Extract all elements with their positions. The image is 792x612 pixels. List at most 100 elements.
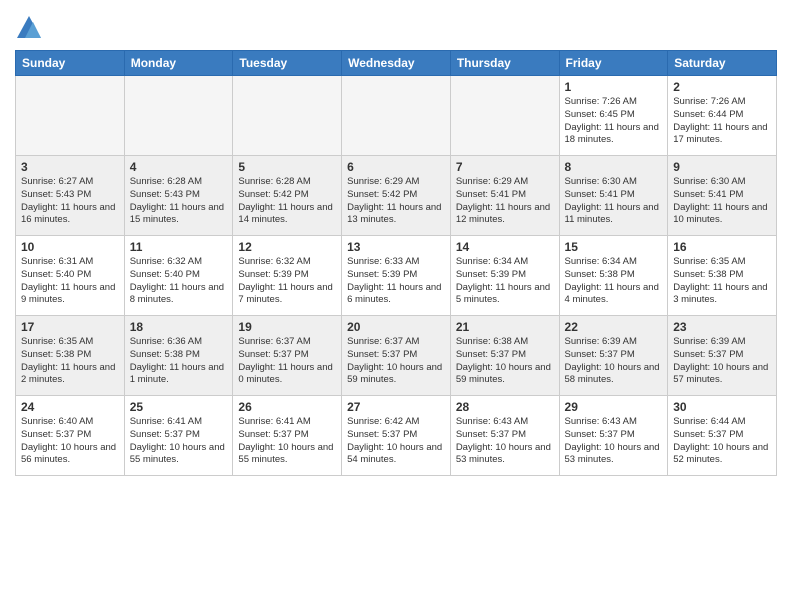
calendar-day-cell: 3 Sunrise: 6:27 AMSunset: 5:43 PMDaylight… <box>16 156 125 236</box>
calendar-day-cell: 1 Sunrise: 7:26 AMSunset: 6:45 PMDaylight… <box>559 76 668 156</box>
day-number: 30 <box>673 400 771 414</box>
day-number: 23 <box>673 320 771 334</box>
calendar-day-cell: 30 Sunrise: 6:44 AMSunset: 5:37 PMDayligh… <box>668 396 777 476</box>
weekday-header: Tuesday <box>233 51 342 76</box>
calendar-day-cell: 26 Sunrise: 6:41 AMSunset: 5:37 PMDayligh… <box>233 396 342 476</box>
day-number: 20 <box>347 320 445 334</box>
calendar-day-cell <box>233 76 342 156</box>
day-number: 17 <box>21 320 119 334</box>
day-number: 27 <box>347 400 445 414</box>
header <box>15 10 777 42</box>
day-info: Sunrise: 6:30 AMSunset: 5:41 PMDaylight:… <box>673 176 771 227</box>
calendar-day-cell: 2Sunrise: 7:26 AMSunset: 6:44 PMDaylight… <box>668 76 777 156</box>
calendar-week-row: 3 Sunrise: 6:27 AMSunset: 5:43 PMDaylight… <box>16 156 777 236</box>
calendar-day-cell: 25 Sunrise: 6:41 AMSunset: 5:37 PMDayligh… <box>124 396 233 476</box>
calendar-day-cell: 6 Sunrise: 6:29 AMSunset: 5:42 PMDaylight… <box>342 156 451 236</box>
calendar-day-cell: 21Sunrise: 6:38 AMSunset: 5:37 PMDayligh… <box>450 316 559 396</box>
day-info: Sunrise: 6:34 AMSunset: 5:39 PMDaylight:… <box>456 256 554 307</box>
calendar-day-cell: 16Sunrise: 6:35 AMSunset: 5:38 PMDayligh… <box>668 236 777 316</box>
calendar-week-row: 10 Sunrise: 6:31 AMSunset: 5:40 PMDayligh… <box>16 236 777 316</box>
calendar-week-row: 17 Sunrise: 6:35 AMSunset: 5:38 PMDayligh… <box>16 316 777 396</box>
day-number: 10 <box>21 240 119 254</box>
day-info: Sunrise: 6:41 AMSunset: 5:37 PMDaylight:… <box>238 416 336 467</box>
day-info: Sunrise: 6:35 AMSunset: 5:38 PMDaylight:… <box>21 336 119 387</box>
page: SundayMondayTuesdayWednesdayThursdayFrid… <box>0 0 792 612</box>
day-number: 1 <box>565 80 663 94</box>
calendar-day-cell: 14 Sunrise: 6:34 AMSunset: 5:39 PMDayligh… <box>450 236 559 316</box>
day-info: Sunrise: 6:43 AMSunset: 5:37 PMDaylight:… <box>456 416 554 467</box>
day-number: 8 <box>565 160 663 174</box>
day-info: Sunrise: 6:44 AMSunset: 5:37 PMDaylight:… <box>673 416 771 467</box>
logo-icon <box>15 14 43 42</box>
day-info: Sunrise: 6:42 AMSunset: 5:37 PMDaylight:… <box>347 416 445 467</box>
calendar-day-cell: 28 Sunrise: 6:43 AMSunset: 5:37 PMDayligh… <box>450 396 559 476</box>
day-info: Sunrise: 6:32 AMSunset: 5:39 PMDaylight:… <box>238 256 336 307</box>
calendar-day-cell <box>16 76 125 156</box>
day-info: Sunrise: 6:28 AMSunset: 5:43 PMDaylight:… <box>130 176 228 227</box>
day-info: Sunrise: 6:29 AMSunset: 5:42 PMDaylight:… <box>347 176 445 227</box>
day-info: Sunrise: 7:26 AMSunset: 6:45 PMDaylight:… <box>565 96 663 147</box>
day-number: 28 <box>456 400 554 414</box>
day-number: 4 <box>130 160 228 174</box>
calendar-day-cell: 12 Sunrise: 6:32 AMSunset: 5:39 PMDayligh… <box>233 236 342 316</box>
day-number: 3 <box>21 160 119 174</box>
day-info: Sunrise: 6:31 AMSunset: 5:40 PMDaylight:… <box>21 256 119 307</box>
calendar-day-cell: 11 Sunrise: 6:32 AMSunset: 5:40 PMDayligh… <box>124 236 233 316</box>
calendar-day-cell: 20 Sunrise: 6:37 AMSunset: 5:37 PMDayligh… <box>342 316 451 396</box>
day-info: Sunrise: 6:32 AMSunset: 5:40 PMDaylight:… <box>130 256 228 307</box>
day-number: 15 <box>565 240 663 254</box>
calendar-day-cell: 19 Sunrise: 6:37 AMSunset: 5:37 PMDayligh… <box>233 316 342 396</box>
day-info: Sunrise: 6:40 AMSunset: 5:37 PMDaylight:… <box>21 416 119 467</box>
calendar-day-cell: 24 Sunrise: 6:40 AMSunset: 5:37 PMDayligh… <box>16 396 125 476</box>
day-number: 7 <box>456 160 554 174</box>
logo <box>15 14 46 42</box>
day-number: 21 <box>456 320 554 334</box>
day-info: Sunrise: 6:29 AMSunset: 5:41 PMDaylight:… <box>456 176 554 227</box>
calendar-day-cell: 9 Sunrise: 6:30 AMSunset: 5:41 PMDaylight… <box>668 156 777 236</box>
calendar-day-cell: 18 Sunrise: 6:36 AMSunset: 5:38 PMDayligh… <box>124 316 233 396</box>
day-number: 14 <box>456 240 554 254</box>
day-info: Sunrise: 6:27 AMSunset: 5:43 PMDaylight:… <box>21 176 119 227</box>
day-number: 11 <box>130 240 228 254</box>
day-info: Sunrise: 6:37 AMSunset: 5:37 PMDaylight:… <box>347 336 445 387</box>
calendar-day-cell: 10 Sunrise: 6:31 AMSunset: 5:40 PMDayligh… <box>16 236 125 316</box>
day-number: 22 <box>565 320 663 334</box>
day-number: 24 <box>21 400 119 414</box>
day-number: 5 <box>238 160 336 174</box>
calendar-day-cell: 5 Sunrise: 6:28 AMSunset: 5:42 PMDaylight… <box>233 156 342 236</box>
day-number: 9 <box>673 160 771 174</box>
day-info: Sunrise: 6:36 AMSunset: 5:38 PMDaylight:… <box>130 336 228 387</box>
day-number: 19 <box>238 320 336 334</box>
day-info: Sunrise: 6:43 AMSunset: 5:37 PMDaylight:… <box>565 416 663 467</box>
day-number: 16 <box>673 240 771 254</box>
day-number: 26 <box>238 400 336 414</box>
calendar-day-cell: 27 Sunrise: 6:42 AMSunset: 5:37 PMDayligh… <box>342 396 451 476</box>
calendar-week-row: 24 Sunrise: 6:40 AMSunset: 5:37 PMDayligh… <box>16 396 777 476</box>
calendar-day-cell <box>342 76 451 156</box>
day-number: 6 <box>347 160 445 174</box>
weekday-header: Friday <box>559 51 668 76</box>
day-info: Sunrise: 6:28 AMSunset: 5:42 PMDaylight:… <box>238 176 336 227</box>
calendar-table: SundayMondayTuesdayWednesdayThursdayFrid… <box>15 50 777 476</box>
day-number: 12 <box>238 240 336 254</box>
day-number: 25 <box>130 400 228 414</box>
weekday-header: Sunday <box>16 51 125 76</box>
day-number: 18 <box>130 320 228 334</box>
calendar-day-cell: 7 Sunrise: 6:29 AMSunset: 5:41 PMDaylight… <box>450 156 559 236</box>
day-info: Sunrise: 6:37 AMSunset: 5:37 PMDaylight:… <box>238 336 336 387</box>
calendar-day-cell: 4 Sunrise: 6:28 AMSunset: 5:43 PMDaylight… <box>124 156 233 236</box>
day-info: Sunrise: 6:41 AMSunset: 5:37 PMDaylight:… <box>130 416 228 467</box>
calendar-day-cell <box>450 76 559 156</box>
calendar-day-cell: 8 Sunrise: 6:30 AMSunset: 5:41 PMDaylight… <box>559 156 668 236</box>
day-info: Sunrise: 6:30 AMSunset: 5:41 PMDaylight:… <box>565 176 663 227</box>
weekday-header: Monday <box>124 51 233 76</box>
calendar-day-cell: 13Sunrise: 6:33 AMSunset: 5:39 PMDayligh… <box>342 236 451 316</box>
calendar-day-cell: 29 Sunrise: 6:43 AMSunset: 5:37 PMDayligh… <box>559 396 668 476</box>
weekday-header: Thursday <box>450 51 559 76</box>
calendar-header-row: SundayMondayTuesdayWednesdayThursdayFrid… <box>16 51 777 76</box>
day-info: Sunrise: 7:26 AMSunset: 6:44 PMDaylight:… <box>673 96 771 147</box>
calendar-day-cell: 23Sunrise: 6:39 AMSunset: 5:37 PMDayligh… <box>668 316 777 396</box>
calendar-day-cell: 22Sunrise: 6:39 AMSunset: 5:37 PMDayligh… <box>559 316 668 396</box>
day-number: 29 <box>565 400 663 414</box>
weekday-header: Wednesday <box>342 51 451 76</box>
